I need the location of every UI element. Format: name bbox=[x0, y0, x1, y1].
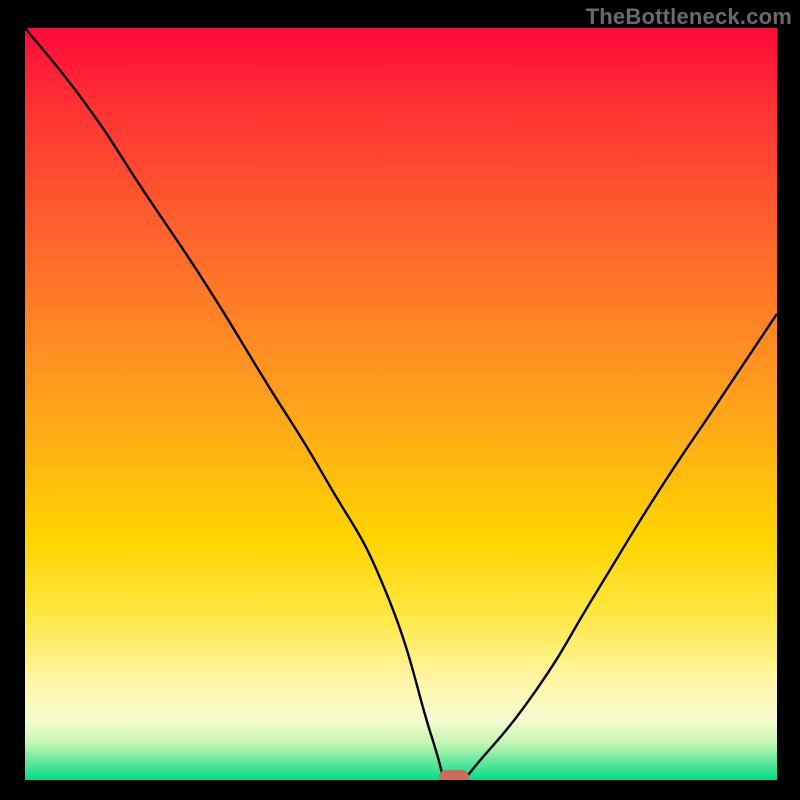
curve-svg bbox=[25, 28, 777, 780]
watermark-text: TheBottleneck.com bbox=[586, 4, 792, 30]
chart-container: TheBottleneck.com bbox=[0, 0, 800, 800]
bottleneck-curve bbox=[25, 28, 777, 780]
plot-area bbox=[25, 28, 777, 780]
optimum-marker bbox=[439, 770, 469, 780]
